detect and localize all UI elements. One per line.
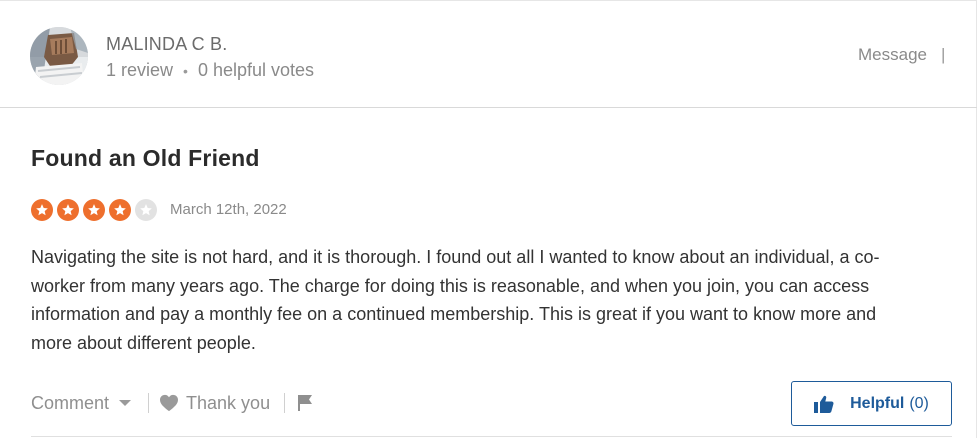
star-empty-icon [135,199,157,221]
reviewer-name[interactable]: MALINDA C B. [106,34,227,55]
thank-you-button[interactable]: Thank you [159,393,270,414]
review-text-line: more about different people. [31,332,256,353]
review-title: Found an Old Friend [31,145,260,171]
divider [31,436,952,437]
divider [284,393,286,413]
helpful-button[interactable]: Helpful (0) [791,381,952,426]
report-button[interactable] [297,394,313,412]
star-filled-icon [57,199,79,221]
review-date: March 12th, 2022 [170,201,287,218]
comment-label: Comment [31,392,110,413]
separator: | [941,45,946,64]
review-actions: Comment Thank you [31,388,313,418]
reviewer-header: MALINDA C B. 1 review • 0 helpful votes … [0,0,977,108]
comment-button[interactable]: Comment [31,392,132,414]
review-text-line: information and pay a monthly fee on a c… [31,304,877,324]
flag-icon [298,395,313,411]
bullet-separator: • [183,62,188,79]
heart-icon [160,394,179,412]
star-filled-icon [31,199,53,221]
helpful-label: Helpful [850,394,905,412]
chevron-down-icon [119,400,132,406]
thank-you-label: Thank you [186,392,271,413]
star-filled-icon [109,199,131,221]
reviewer-stats: 1 review • 0 helpful votes [106,60,314,81]
review-card: MALINDA C B. 1 review • 0 helpful votes … [0,0,977,438]
divider [148,393,150,413]
avatar-image [30,27,88,85]
review-text: Navigating the site is not hard, and it … [31,243,931,357]
review-text-line: worker from many years ago. The charge f… [31,275,870,296]
avatar[interactable] [30,27,88,85]
review-text-line: Navigating the site is not hard, and it … [31,247,880,267]
message-link[interactable]: Message [858,45,927,65]
thumbs-up-icon [814,395,834,413]
star-filled-icon [83,199,105,221]
review-count: 1 review [106,60,174,80]
star-rating [31,199,157,221]
helpful-votes-count: 0 helpful votes [197,60,315,80]
helpful-count: (0) [909,394,929,412]
